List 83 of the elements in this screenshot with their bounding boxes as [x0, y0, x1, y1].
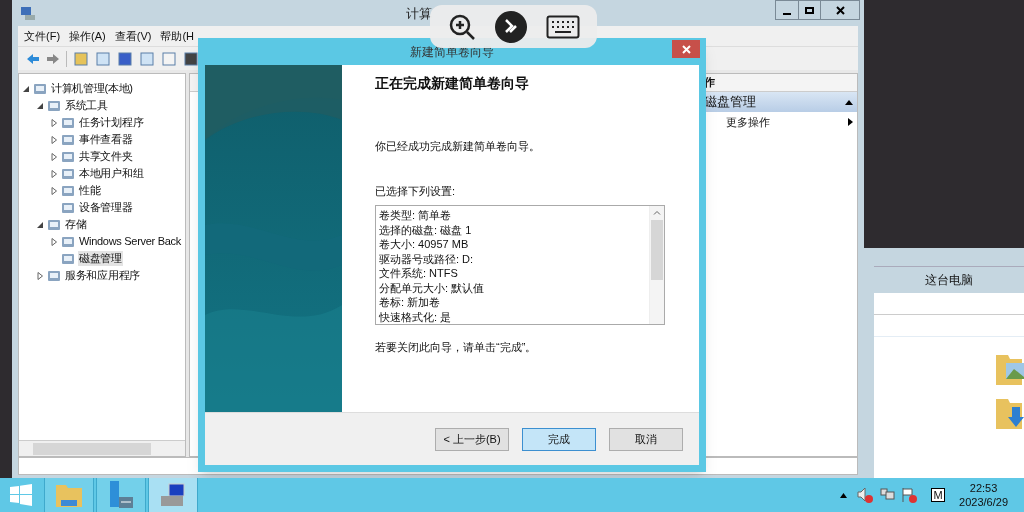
tree-node-icon	[47, 217, 61, 232]
tree-node-icon	[61, 132, 75, 147]
tree-item[interactable]: 磁盘管理	[78, 251, 123, 266]
action-item[interactable]: 更多操作	[726, 113, 770, 131]
settings-label: 已选择下列设置:	[375, 183, 457, 199]
expand-arrow-icon[interactable]	[50, 169, 58, 178]
close-icon	[681, 44, 691, 54]
collapse-arrow-icon[interactable]	[36, 220, 44, 229]
tree-item[interactable]: 系统工具	[64, 98, 109, 113]
app-icon	[20, 5, 36, 21]
setting-line: 卷标: 新加卷	[379, 295, 442, 310]
taskbar-app-button[interactable]	[148, 478, 198, 512]
wizard-button[interactable]: < 上一步(B)	[435, 427, 509, 451]
speaker-error-icon[interactable]	[857, 487, 874, 503]
keyboard-icon[interactable]	[545, 14, 580, 39]
wizard-button[interactable]: 取消	[609, 427, 683, 451]
menu-item[interactable]: 帮助(H	[160, 27, 194, 45]
close-icon	[835, 5, 845, 15]
tree-item[interactable]: 设备管理器	[78, 200, 134, 215]
input-method-indicator[interactable]: M	[931, 488, 946, 502]
expand-arrow-icon[interactable]	[50, 186, 58, 195]
clock-date: 2023/6/29	[959, 495, 1008, 509]
vertical-scrollbar[interactable]	[649, 206, 664, 324]
wizard-button[interactable]: 完成	[522, 427, 596, 451]
tree-item[interactable]: 存储	[64, 217, 88, 232]
tree-node-icon	[61, 149, 75, 164]
tree-node-icon	[61, 234, 75, 249]
tree-node-icon	[33, 81, 47, 96]
tree-item[interactable]: 共享文件夹	[78, 149, 134, 164]
collapse-arrow-icon[interactable]	[22, 84, 30, 93]
expand-arrow-icon[interactable]	[50, 237, 58, 246]
menu-item[interactable]: 文件(F)	[24, 27, 61, 45]
wizard-heading: 正在完成新建简单卷向导	[375, 74, 530, 93]
tree-node-icon	[61, 115, 75, 130]
dialog-title: 新建简单卷向导	[410, 43, 494, 61]
menu-item[interactable]: 查看(V)	[114, 27, 152, 45]
setting-line: 卷大小: 40957 MB	[379, 237, 470, 252]
taskbar-app-button[interactable]	[96, 478, 146, 512]
location-label: 这台电脑	[925, 272, 973, 289]
back-arrow-icon[interactable]	[26, 52, 40, 65]
expand-arrow-icon[interactable]	[50, 135, 58, 144]
horizontal-scrollbar[interactable]	[19, 440, 185, 456]
collapse-arrow-icon[interactable]	[36, 101, 44, 110]
setting-line: 文件系统: NTFS	[379, 266, 459, 281]
intro-text: 你已经成功完成新建简单卷向导。	[375, 139, 541, 154]
collapse-arrow-icon[interactable]	[845, 99, 853, 105]
expand-arrow-icon[interactable]	[50, 118, 58, 127]
tree-item[interactable]: Windows Server Back	[78, 234, 182, 249]
computer-icon	[159, 482, 187, 508]
tree-item[interactable]: 服务和应用程序	[64, 268, 141, 283]
setting-line: 卷类型: 简单卷	[379, 208, 453, 223]
menu-item[interactable]: 操作(A)	[69, 27, 106, 45]
setting-line: 选择的磁盘: 磁盘 1	[379, 222, 473, 237]
expand-arrow-icon[interactable]	[50, 152, 58, 161]
forward-arrow-icon[interactable]	[46, 52, 60, 65]
show-hidden-icons-icon[interactable]	[840, 492, 848, 498]
tree-node-icon	[47, 98, 61, 113]
tree-node-icon	[61, 183, 75, 198]
clock[interactable]: 22:53 2023/6/29	[959, 481, 1008, 509]
tree-item[interactable]: 任务计划程序	[78, 115, 145, 130]
submenu-arrow-icon	[848, 118, 853, 126]
expand-arrow-icon[interactable]	[36, 271, 44, 280]
server-icon	[107, 480, 135, 510]
clock-time: 22:53	[969, 481, 998, 495]
tree-node-icon	[61, 200, 75, 215]
remote-connection-icon[interactable]	[494, 10, 527, 43]
setting-line: 驱动器号或路径: D:	[379, 251, 475, 266]
zoom-in-icon[interactable]	[447, 12, 476, 41]
window-title: 计算	[406, 5, 432, 23]
flag-error-icon[interactable]	[901, 487, 918, 503]
setting-line: 快速格式化: 是	[379, 309, 453, 324]
tree-item[interactable]: 事件查看器	[78, 132, 134, 147]
tree-node-icon	[61, 251, 75, 266]
tree-item[interactable]: 性能	[78, 183, 102, 198]
tree-node-icon	[47, 268, 61, 283]
windows-icon	[10, 484, 32, 506]
tree-item[interactable]: 计算机管理(本地)	[50, 81, 134, 96]
tree-node-icon	[61, 166, 75, 181]
folder-icon	[55, 482, 83, 508]
network-icon[interactable]	[879, 487, 896, 503]
setting-line: 分配单元大小: 默认值	[379, 280, 486, 295]
tree-item[interactable]: 本地用户和组	[78, 166, 145, 181]
closing-text: 若要关闭此向导，请单击“完成”。	[375, 340, 538, 355]
